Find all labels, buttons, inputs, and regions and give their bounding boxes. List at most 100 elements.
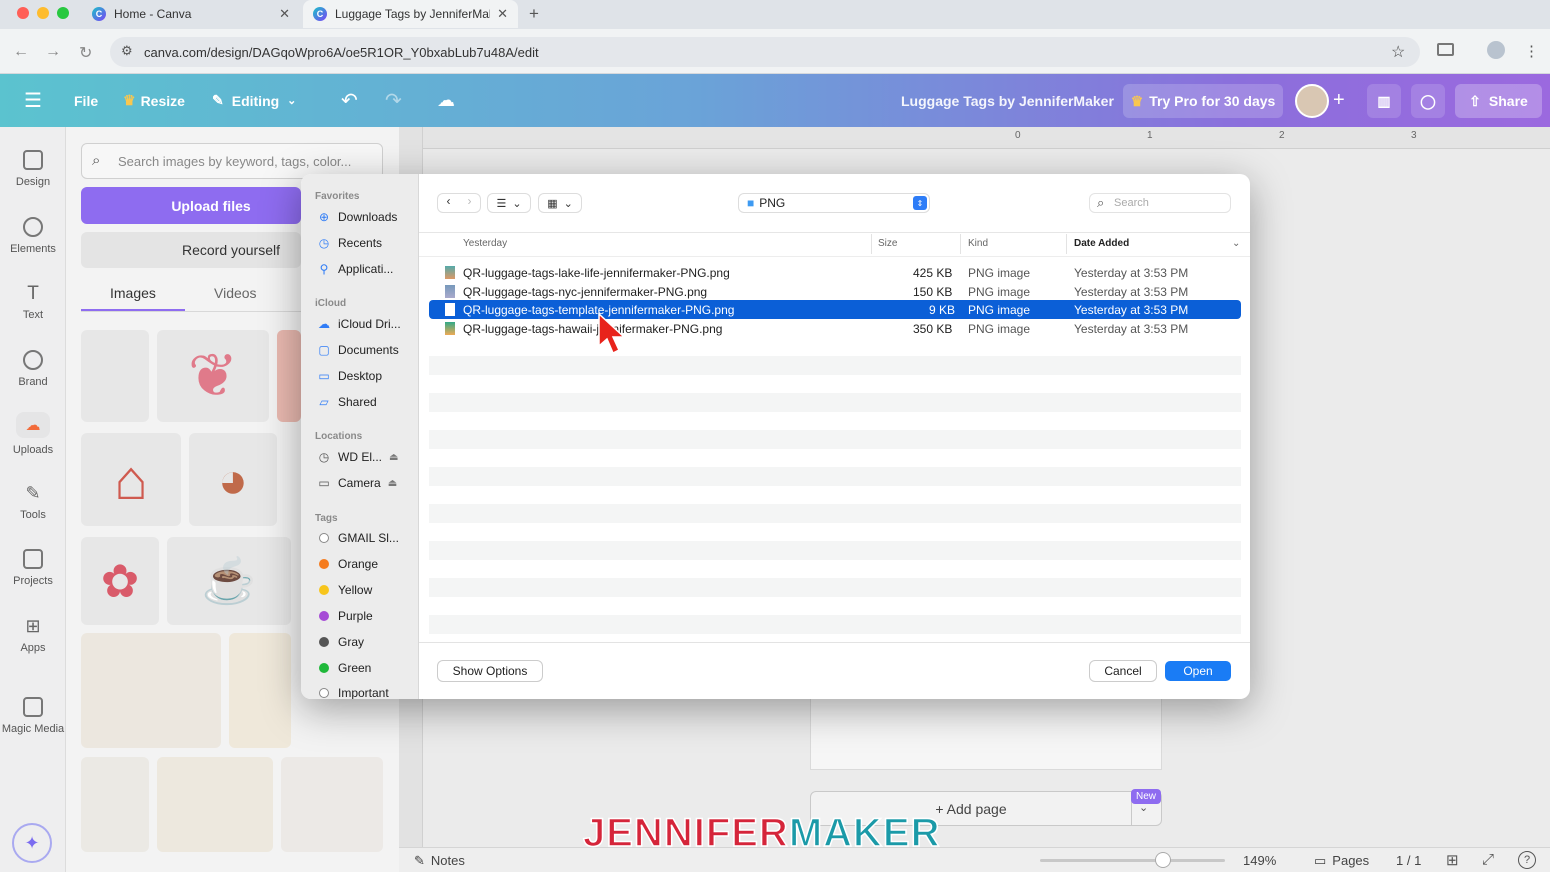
- flower-image-thumbnail[interactable]: [281, 757, 383, 852]
- open-button[interactable]: Open: [1165, 661, 1231, 681]
- zoom-slider-track[interactable]: [1040, 859, 1225, 862]
- fullscreen-icon[interactable]: ⤢: [1482, 851, 1494, 868]
- zoom-level[interactable]: 149%: [1243, 853, 1276, 868]
- flower-image-thumbnail[interactable]: [157, 757, 273, 852]
- tab-videos[interactable]: Videos: [214, 285, 257, 301]
- pages-button[interactable]: ▭ Pages: [1314, 853, 1369, 869]
- cast-icon[interactable]: [1437, 43, 1454, 56]
- minimize-window-button[interactable]: [37, 7, 49, 19]
- owl-image-thumbnail[interactable]: ◕: [189, 433, 277, 526]
- forward-arrow-icon[interactable]: →: [45, 43, 61, 61]
- help-icon[interactable]: ?: [1518, 851, 1536, 869]
- file-row-selected[interactable]: QR-luggage-tags-template-jennifermaker-P…: [429, 300, 1241, 319]
- cloud-save-icon[interactable]: ☁: [437, 74, 455, 127]
- close-window-button[interactable]: [17, 7, 29, 19]
- editing-mode-dropdown[interactable]: ✎ Editing ⌄: [212, 74, 296, 127]
- share-button[interactable]: ⇧ Share: [1455, 84, 1542, 118]
- design-page[interactable]: [810, 695, 1162, 770]
- back-chevron-icon[interactable]: ‹: [438, 194, 459, 212]
- grid-view-icon[interactable]: ⊞: [1446, 851, 1459, 869]
- profile-avatar[interactable]: [1487, 41, 1505, 59]
- house-image-thumbnail[interactable]: ⌂: [81, 433, 181, 526]
- show-options-button[interactable]: Show Options: [438, 661, 542, 681]
- close-icon[interactable]: ✕: [497, 6, 508, 22]
- upload-files-button[interactable]: Upload files: [81, 187, 301, 224]
- tag-orange[interactable]: Orange: [317, 553, 417, 575]
- flower-image-thumbnail[interactable]: [81, 757, 149, 852]
- zoom-slider-handle[interactable]: [1156, 853, 1170, 867]
- user-avatar[interactable]: [1295, 84, 1329, 118]
- sidebar-item-documents[interactable]: ▢ Documents: [317, 339, 417, 361]
- rail-brand[interactable]: Brand: [0, 350, 66, 388]
- column-size[interactable]: Size: [878, 238, 897, 249]
- hamburger-menu-icon[interactable]: ☰: [24, 74, 42, 127]
- column-kind[interactable]: Kind: [968, 238, 988, 249]
- forward-chevron-icon[interactable]: ›: [459, 194, 480, 212]
- bookmark-star-icon[interactable]: ☆: [1391, 42, 1405, 62]
- sidebar-item-shared[interactable]: ▱ Shared: [317, 391, 417, 413]
- url-field[interactable]: ⚙ canva.com/design/DAGqoWpro6A/oe5R1OR_Y…: [110, 37, 1420, 67]
- resize-button[interactable]: ♛ Resize: [123, 74, 185, 127]
- sidebar-item-recents[interactable]: ◷ Recents: [317, 232, 417, 254]
- comment-icon[interactable]: ◯: [1411, 84, 1445, 118]
- list-view-button[interactable]: ☰ ⌄: [488, 194, 530, 212]
- reload-icon[interactable]: ↻: [79, 43, 92, 63]
- site-settings-icon[interactable]: ⚙: [121, 43, 133, 59]
- rail-projects[interactable]: Projects: [0, 549, 66, 587]
- dialog-search-field[interactable]: ⌕ Search: [1090, 194, 1230, 212]
- browser-tab-luggage[interactable]: C Luggage Tags by JenniferMal ✕: [303, 0, 518, 28]
- cancel-button[interactable]: Cancel: [1090, 661, 1156, 681]
- uploaded-image-thumbnail[interactable]: [277, 330, 301, 422]
- tag-important[interactable]: Important: [317, 682, 417, 699]
- tag-gray[interactable]: Gray: [317, 631, 417, 653]
- tab-images[interactable]: Images: [110, 285, 156, 301]
- leaves-image-thumbnail[interactable]: [81, 633, 221, 748]
- redo-icon[interactable]: ↷: [385, 74, 402, 127]
- add-collaborator-plus-icon[interactable]: +: [1333, 74, 1345, 127]
- column-date-added[interactable]: Date Added: [1074, 238, 1129, 249]
- document-title[interactable]: Luggage Tags by JenniferMaker: [901, 74, 1114, 127]
- record-yourself-button[interactable]: Record yourself: [81, 232, 301, 268]
- back-arrow-icon[interactable]: ←: [13, 43, 29, 61]
- browser-tab-home[interactable]: C Home - Canva ✕: [82, 0, 300, 28]
- undo-icon[interactable]: ↶: [341, 74, 358, 127]
- browser-menu-icon[interactable]: ⋮: [1524, 42, 1539, 60]
- rail-tools[interactable]: ✎ Tools: [0, 483, 66, 521]
- tag-purple[interactable]: Purple: [317, 605, 417, 627]
- file-menu[interactable]: File: [74, 74, 98, 127]
- uploaded-image-thumbnail[interactable]: [81, 330, 149, 422]
- new-tab-plus-icon[interactable]: +: [529, 4, 539, 24]
- sidebar-item-desktop[interactable]: ▭ Desktop: [317, 365, 417, 387]
- eject-icon[interactable]: ⏏: [389, 452, 398, 463]
- eject-icon[interactable]: ⏏: [388, 478, 397, 489]
- sidebar-item-icloud-drive[interactable]: ☁ iCloud Dri...: [317, 313, 417, 335]
- sidebar-item-downloads[interactable]: ⊕ Downloads: [317, 206, 417, 228]
- group-view-button[interactable]: ▦ ⌄: [539, 194, 581, 212]
- tag-yellow[interactable]: Yellow: [317, 579, 417, 601]
- sidebar-item-applications[interactable]: ⚲ Applicati...: [317, 258, 417, 280]
- file-row[interactable]: QR-luggage-tags-hawaii-jennifermaker-PNG…: [429, 319, 1241, 338]
- tulip-image-thumbnail[interactable]: ✿: [81, 537, 159, 625]
- file-row[interactable]: QR-luggage-tags-nyc-jennifermaker-PNG.pn…: [429, 282, 1241, 301]
- rail-magic-media[interactable]: Magic Media: [0, 697, 66, 735]
- rail-text[interactable]: T Text: [0, 283, 66, 321]
- sort-chevron-icon[interactable]: ⌄: [1232, 238, 1240, 249]
- try-pro-button[interactable]: ♛ Try Pro for 30 days: [1123, 84, 1283, 118]
- tag-green[interactable]: Green: [317, 657, 417, 679]
- notes-button[interactable]: ✎ Notes: [414, 853, 465, 869]
- sidebar-item-wd-drive[interactable]: ◷ WD El... ⏏: [317, 446, 417, 468]
- file-row[interactable]: QR-luggage-tags-lake-life-jennifermaker-…: [429, 263, 1241, 282]
- folder-popup[interactable]: ■ PNG ⇕: [739, 194, 929, 212]
- rail-design[interactable]: Design: [0, 150, 66, 188]
- butterfly-image-thumbnail[interactable]: ❦: [157, 330, 269, 422]
- rail-elements[interactable]: Elements: [0, 217, 66, 255]
- wheat-image-thumbnail[interactable]: [229, 633, 291, 748]
- rail-apps[interactable]: ⊞ Apps: [0, 616, 66, 654]
- close-icon[interactable]: ✕: [279, 6, 290, 22]
- rail-uploads[interactable]: ☁ Uploads: [0, 412, 66, 456]
- magic-sparkle-icon[interactable]: ✦: [12, 823, 52, 863]
- sidebar-item-camera[interactable]: ▭ Camera ⏏: [317, 472, 417, 494]
- maximize-window-button[interactable]: [57, 7, 69, 19]
- tag-gmail[interactable]: GMAIL Sl...: [317, 527, 417, 549]
- watering-can-image-thumbnail[interactable]: ☕: [167, 537, 291, 625]
